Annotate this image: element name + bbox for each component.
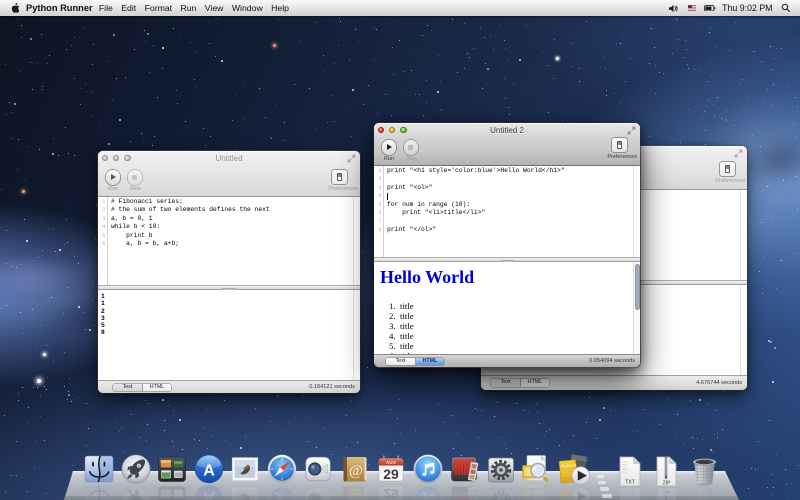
svg-text:AUG: AUG [386,460,396,465]
svg-text:ZIP: ZIP [663,480,671,486]
svg-text:A: A [203,463,215,480]
svg-text:@: @ [349,463,363,479]
svg-text:A: A [203,489,215,500]
svg-text:29: 29 [383,486,399,500]
svg-text:@: @ [349,489,363,500]
svg-text:29: 29 [383,466,399,482]
svg-text:TXT: TXT [625,489,636,495]
svg-text:ZIP: ZIP [663,488,671,494]
svg-text:TXT: TXT [625,480,636,486]
